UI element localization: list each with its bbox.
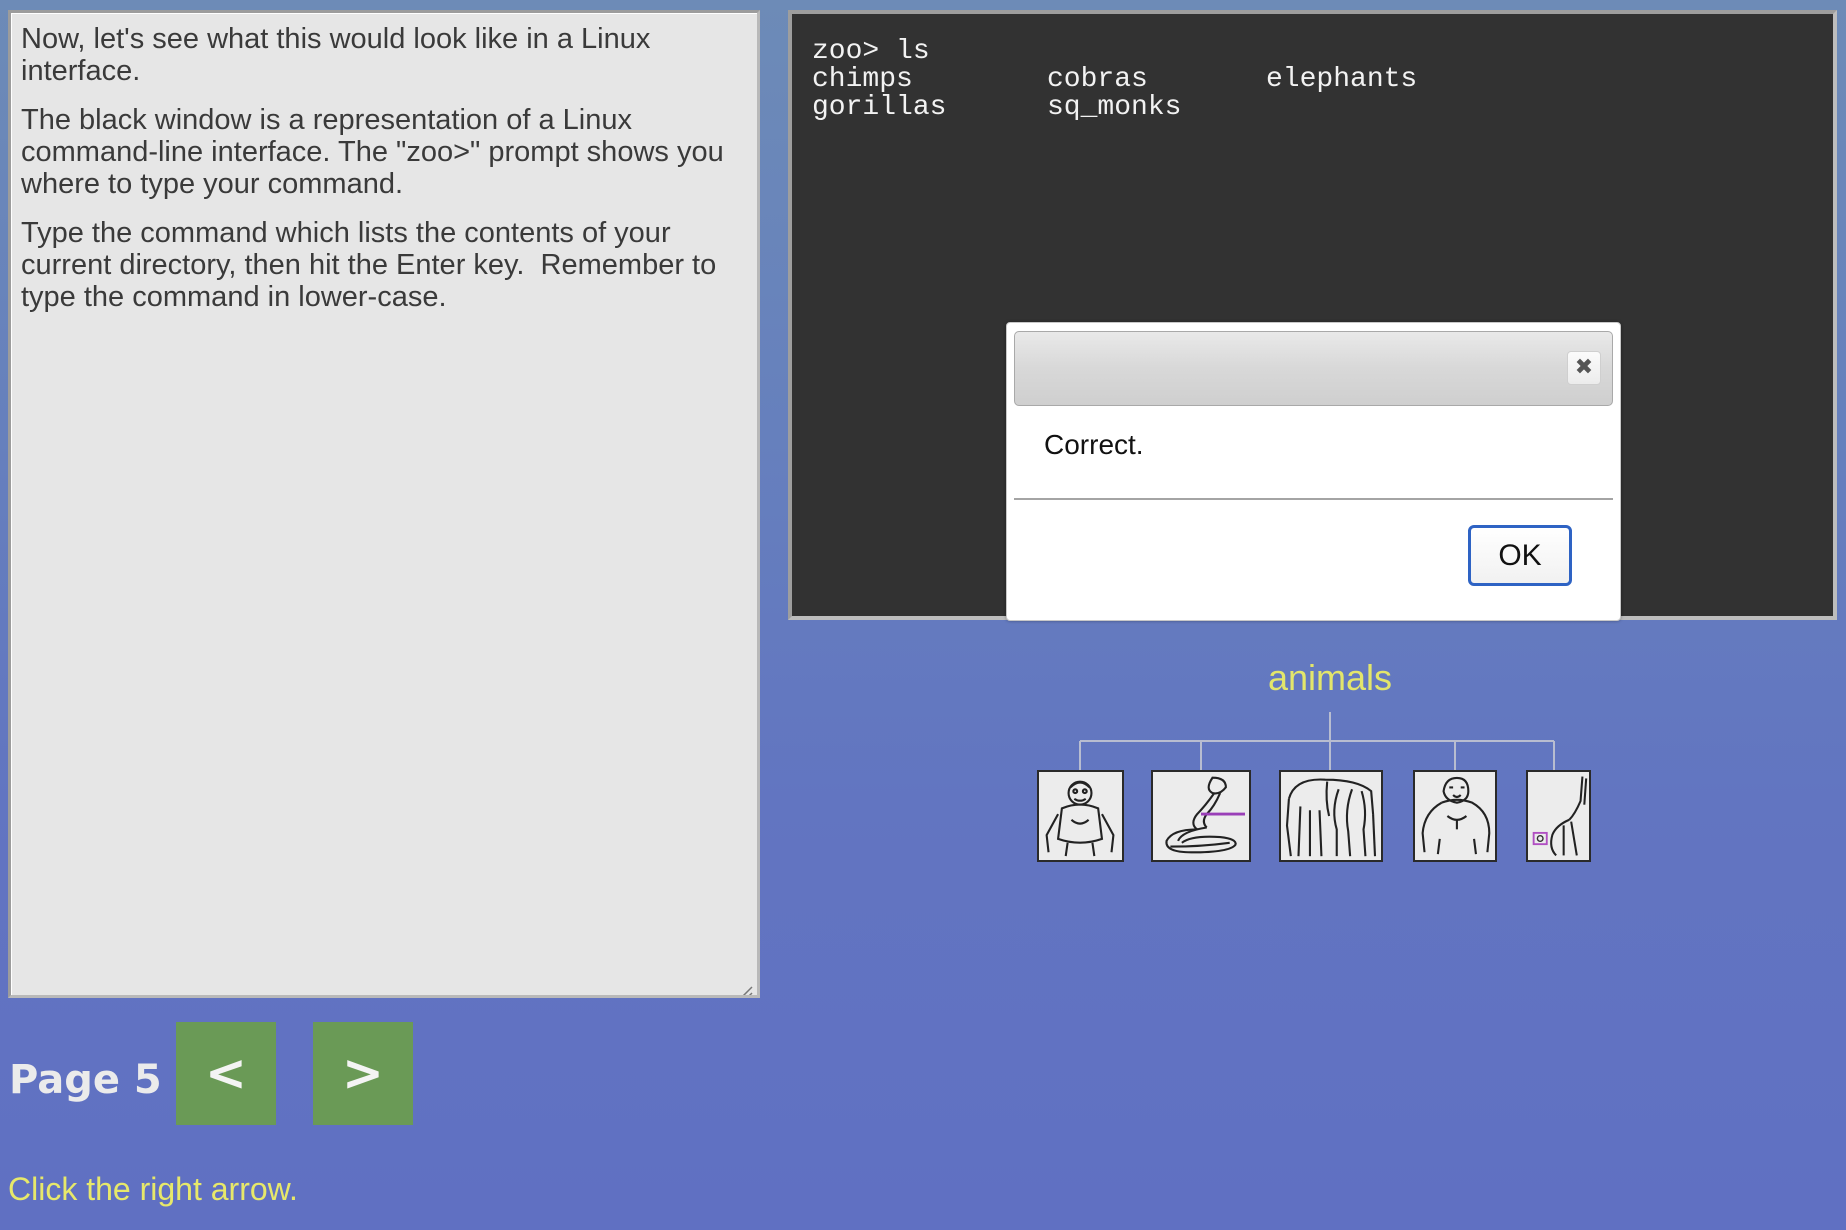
instructions-paragraph-2: The black window is a representation of … [21, 104, 732, 200]
chimp-icon-drawing [1045, 780, 1115, 857]
terminal-output-row: gorillas sq_monks [812, 94, 1813, 122]
terminal-output-item: sq_monks [1047, 92, 1182, 123]
terminal-output-row: chimps cobras elephants [812, 66, 1813, 94]
terminal-output-item: gorillas [812, 92, 947, 123]
directory-name: animals [1267, 657, 1393, 698]
elephant-icon-drawing [1285, 778, 1377, 857]
squirrel-monkey-icon-drawing [1532, 776, 1588, 857]
close-icon[interactable]: ✖ [1567, 351, 1601, 385]
alert-dialog: ✖ Correct. OK [1006, 322, 1621, 621]
ok-button[interactable]: OK [1468, 525, 1572, 586]
instructions-paragraph-3: Type the command which lists the content… [21, 217, 725, 313]
previous-page-button[interactable]: < [176, 1022, 276, 1125]
cobra-icon-drawing [1165, 776, 1245, 854]
hint-text: Click the right arrow. [8, 1171, 298, 1207]
resize-grip-icon[interactable] [737, 975, 753, 995]
chimp-icon[interactable] [1037, 770, 1124, 862]
dialog-message: Correct. [1044, 429, 1144, 460]
terminal-output-item: cobras [1047, 64, 1148, 95]
instructions-paragraph-1: Now, let's see what this would look like… [21, 23, 659, 87]
terminal-output-item: elephants [1266, 64, 1418, 95]
terminal-command-line: zoo> ls [812, 36, 930, 67]
next-page-button[interactable]: > [313, 1022, 413, 1125]
gorilla-icon-drawing [1421, 776, 1491, 855]
gorilla-icon[interactable] [1413, 770, 1497, 862]
squirrel-monkey-icon[interactable] [1526, 770, 1591, 862]
elephant-icon[interactable] [1279, 770, 1383, 862]
cobra-icon[interactable] [1151, 770, 1251, 862]
dialog-divider [1014, 498, 1613, 500]
instructions-panel[interactable]: Now, let's see what this would look like… [8, 10, 760, 998]
terminal-output-item: chimps [812, 64, 913, 95]
dialog-titlebar[interactable]: ✖ [1014, 331, 1613, 406]
page-label: Page 5 [9, 1057, 162, 1103]
